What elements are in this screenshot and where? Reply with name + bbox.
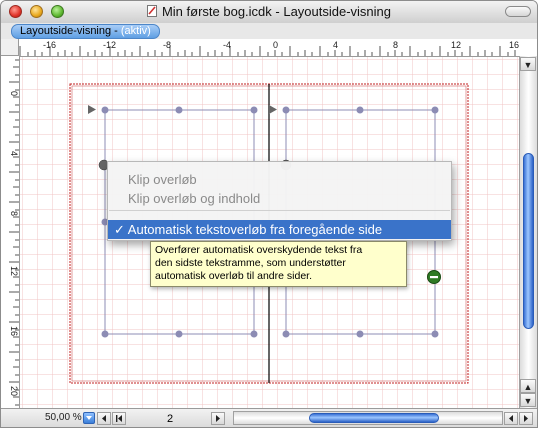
ruler-label: -12 [103,40,116,50]
ruler-label: 8 [9,211,19,216]
horizontal-scrollbar[interactable] [233,411,503,425]
horizontal-scroll-thumb[interactable] [309,413,439,423]
vertical-ruler[interactable]: 0 4 8 12 16 20 [1,56,20,408]
ruler-label: -4 [223,40,231,50]
ruler-label: 0 [9,91,19,96]
vertical-scroll-thumb[interactable] [523,153,534,329]
scroll-up-arrow-icon[interactable]: ▼ [520,57,536,71]
first-page-icon [116,415,122,422]
ruler-label: 12 [451,40,461,50]
frame-handle[interactable] [282,106,290,114]
ruler-label: -8 [163,40,171,50]
menu-item-clip-overflow[interactable]: Klip overløb [108,170,451,189]
tab-label: Layoutside-visning - [20,25,121,37]
ruler-label: 12 [9,266,19,276]
window-title-area: Min første bog.icdk - Layoutside-visning [1,1,537,23]
frame-handle[interactable] [175,330,183,338]
frame-handle[interactable] [250,330,258,338]
menu-item-clip-overflow-and-content[interactable]: Klip overløb og indhold [108,189,451,208]
ruler-label: 16 [9,326,19,336]
frame-handle[interactable] [282,330,290,338]
frame-handle[interactable] [250,106,258,114]
toolbar-toggle-button[interactable] [505,6,531,17]
ruler-label: 4 [333,40,338,50]
scroll-right-icon [524,415,528,422]
horizontal-ruler[interactable]: -16 -12 -8 -4 0 4 8 12 16 [19,39,519,57]
scroll-left-button[interactable] [504,412,518,425]
scroll-up-button[interactable]: ▲ [520,379,536,393]
scroll-down-button[interactable]: ▼ [520,393,536,407]
horizontal-ruler-ticks: -16 -12 -8 -4 0 4 8 12 16 [19,40,519,56]
document-window: Min første bog.icdk - Layoutside-visning… [0,0,538,428]
title-bar: Min første bog.icdk - Layoutside-visning [1,1,537,24]
previous-page-button[interactable] [97,412,111,425]
ruler-label: 20 [9,386,19,396]
view-tab-strip: Layoutside-visning - (aktiv) [1,23,537,39]
zoom-menu-button[interactable] [83,412,95,424]
scroll-right-button[interactable] [519,412,533,425]
tab-layoutside-visning[interactable]: Layoutside-visning - (aktiv) [11,24,160,39]
frame-handle[interactable] [356,106,364,114]
tooltip-line: Overfører automatisk overskydende tekst … [155,244,363,256]
document-icon [146,5,157,17]
window-title: Min første bog.icdk - Layoutside-visning [161,4,392,19]
frame-handle[interactable] [101,106,109,114]
next-page-button[interactable] [211,412,225,425]
ruler-label: -16 [43,40,56,50]
frame-handle[interactable] [356,330,364,338]
vertical-ruler-ticks: 0 4 8 12 16 20 [9,59,19,406]
scroll-left-icon [509,415,513,422]
current-page-number[interactable]: 2 [167,413,173,425]
first-page-button[interactable] [112,412,126,425]
ruler-label: 8 [393,40,398,50]
next-page-icon [216,415,220,422]
zoom-level[interactable]: 50,00 % [45,412,82,423]
previous-page-icon [102,415,106,422]
frame-handle[interactable] [431,330,439,338]
ruler-label: 0 [273,40,278,50]
overflow-context-menu: Klip overløb Klip overløb og indhold ✓ A… [107,161,452,241]
flow-out-minus-icon [430,276,438,279]
chevron-down-icon [86,416,92,420]
tooltip-line: automatisk overløb til andre sider. [155,270,312,282]
menu-separator [109,210,450,211]
frame-handle[interactable] [431,106,439,114]
tooltip-line: den sidste tekstramme, som understøtter [155,257,346,269]
status-bar: 50,00 % 2 [1,408,537,427]
ruler-origin-corner[interactable] [1,39,19,56]
frame-handle[interactable] [101,330,109,338]
ruler-label: 16 [509,40,519,50]
menu-tooltip: Overfører automatisk overskydende tekst … [150,241,407,287]
ruler-label: 4 [9,151,19,156]
tab-status: (aktiv) [120,25,151,37]
vertical-scrollbar[interactable]: ▼ ▲ ▼ [519,56,537,408]
menu-item-auto-text-overflow[interactable]: ✓ Automatisk tekstoverløb fra foregående… [108,220,451,239]
frame-handle[interactable] [175,106,183,114]
